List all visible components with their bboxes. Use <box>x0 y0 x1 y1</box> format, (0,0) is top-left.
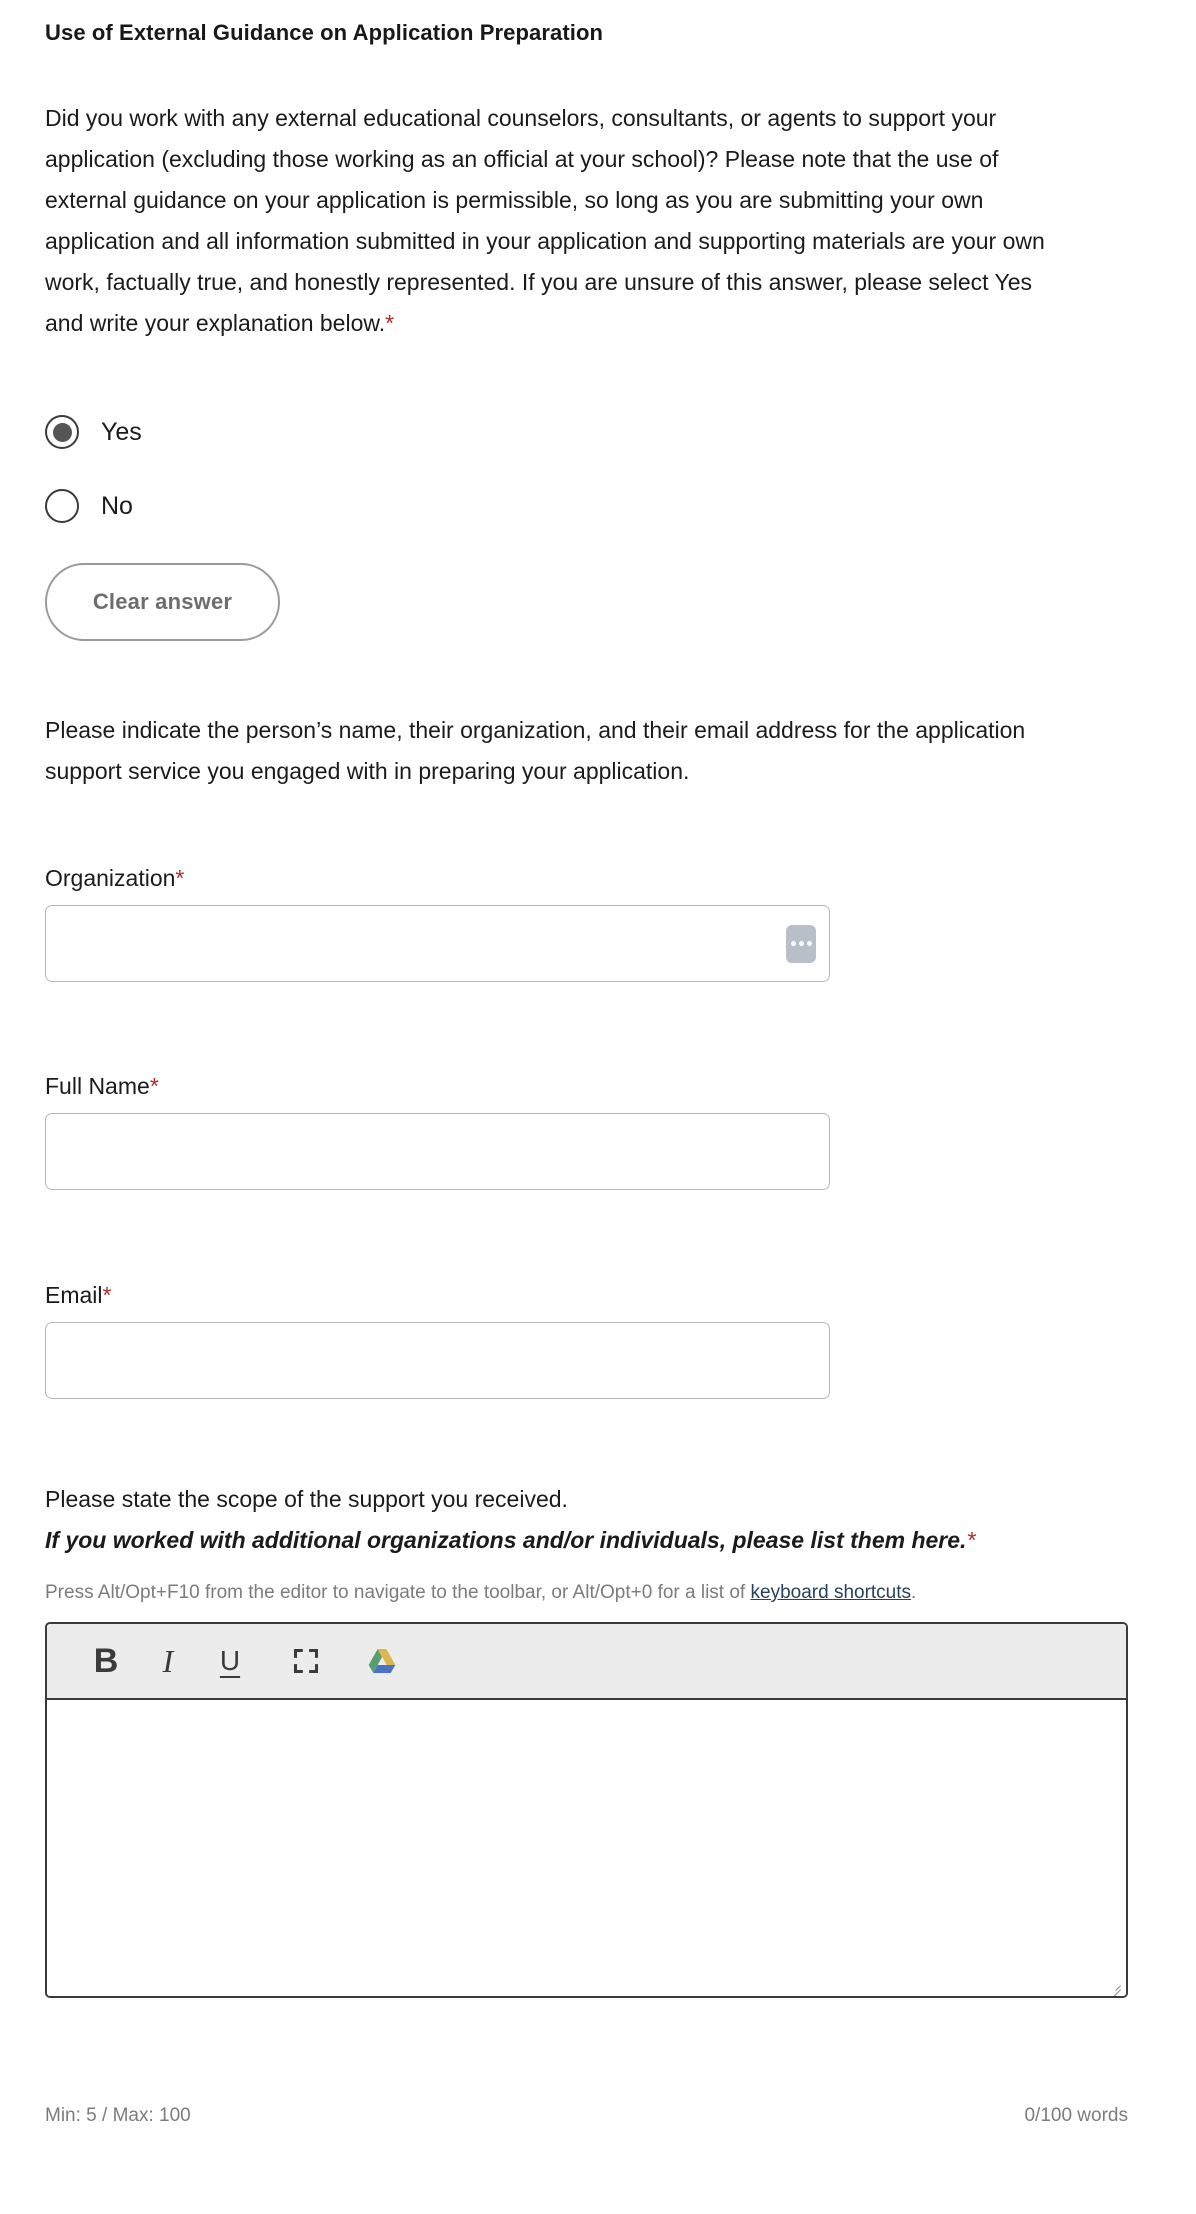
editor-help-suffix: . <box>911 1582 917 1603</box>
underline-glyph: U <box>219 1645 241 1676</box>
bold-glyph: B <box>93 1642 119 1680</box>
organization-input-wrap <box>45 905 830 982</box>
yes-no-radio-group: Yes No <box>45 405 142 553</box>
radio-label-yes: Yes <box>101 417 142 446</box>
organization-label-text: Organization <box>45 865 176 891</box>
organization-label: Organization* <box>45 865 830 892</box>
underline-icon[interactable]: U <box>199 1632 261 1690</box>
question-prompt-text: Did you work with any external education… <box>45 105 1045 336</box>
clear-answer-button[interactable]: Clear answer <box>45 563 280 641</box>
full-name-input[interactable] <box>45 1113 830 1190</box>
required-asterisk: * <box>175 865 185 891</box>
radio-selected-dot <box>52 422 72 442</box>
editor-keyboard-help: Press Alt/Opt+F10 from the editor to nav… <box>45 1579 916 1607</box>
dot <box>798 941 804 946</box>
support-service-instructions: Please indicate the person’s name, their… <box>45 717 1026 784</box>
italic-glyph: I <box>162 1643 174 1679</box>
organization-input[interactable] <box>45 905 830 982</box>
min-max-label: Min: 5 / Max: 100 <box>45 2105 191 2126</box>
fullscreen-icon[interactable] <box>275 1632 337 1690</box>
required-asterisk: * <box>966 1527 976 1553</box>
radio-button-yes-icon[interactable] <box>45 415 79 449</box>
email-field-group: Email* <box>45 1282 830 1399</box>
section-title: Use of External Guidance on Application … <box>45 20 604 45</box>
scope-prompt-line-2-text: If you worked with additional organizati… <box>45 1527 967 1553</box>
word-count-label: 0/100 words <box>1024 2105 1128 2126</box>
google-drive-icon[interactable] <box>351 1632 413 1690</box>
question-prompt: Did you work with any external education… <box>45 98 1045 344</box>
radio-label-no: No <box>101 491 133 520</box>
required-asterisk: * <box>102 1282 112 1308</box>
bold-icon[interactable]: B <box>75 1632 137 1690</box>
scope-prompt-line-2: If you worked with additional organizati… <box>45 1521 975 1559</box>
required-asterisk: * <box>149 1073 159 1099</box>
email-label: Email* <box>45 1282 830 1309</box>
radio-option-yes[interactable]: Yes <box>45 405 142 459</box>
dot <box>790 941 796 946</box>
form-page: Use of External Guidance on Application … <box>0 0 1196 2214</box>
required-asterisk: * <box>385 310 395 336</box>
rich-text-editor: B I U <box>45 1622 1128 1998</box>
italic-icon[interactable]: I <box>137 1632 199 1690</box>
dot <box>806 941 812 946</box>
radio-option-no[interactable]: No <box>45 479 142 533</box>
email-label-text: Email <box>45 1282 103 1308</box>
email-input-wrap <box>45 1322 830 1399</box>
resize-handle-icon[interactable] <box>1105 1976 1121 1996</box>
full-name-input-wrap <box>45 1113 830 1190</box>
radio-button-no-icon[interactable] <box>45 489 79 523</box>
full-name-label: Full Name* <box>45 1073 830 1100</box>
scope-prompt-line-1: Please state the scope of the support yo… <box>45 1486 568 1512</box>
full-name-field-group: Full Name* <box>45 1073 830 1190</box>
ellipsis-autofill-icon[interactable] <box>786 924 816 963</box>
editor-content-area[interactable] <box>47 1700 1126 1996</box>
editor-help-prefix: Press Alt/Opt+F10 from the editor to nav… <box>45 1582 751 1603</box>
organization-field-group: Organization* <box>45 865 830 982</box>
keyboard-shortcuts-link[interactable]: keyboard shortcuts <box>751 1582 912 1603</box>
editor-counters: Min: 5 / Max: 100 0/100 words <box>45 2105 1128 2127</box>
editor-toolbar: B I U <box>47 1624 1126 1700</box>
email-input[interactable] <box>45 1322 830 1399</box>
full-name-label-text: Full Name <box>45 1073 150 1099</box>
